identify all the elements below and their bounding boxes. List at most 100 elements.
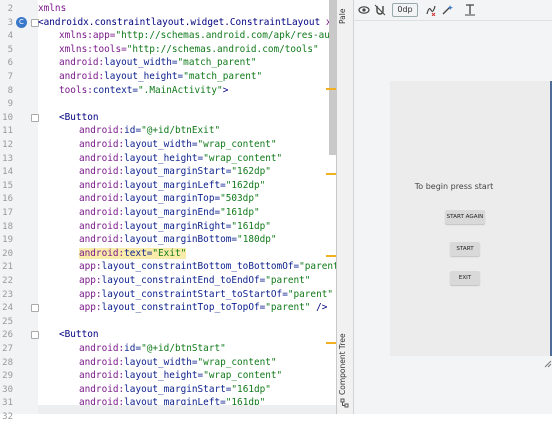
- code-line[interactable]: android:layout_width="wrap_content": [79, 138, 277, 152]
- code-token: xmlns:app=: [59, 30, 116, 42]
- line-number: 32: [2, 412, 13, 422]
- code-line[interactable]: android:layout_marginTop="503dp": [79, 192, 260, 206]
- side-tool-strip: Pale Component Tree: [337, 0, 354, 414]
- code-token: "161dp": [231, 220, 271, 232]
- code-token: context=: [92, 84, 139, 96]
- line-number: 31: [2, 398, 13, 409]
- code-token: layout_marginEnd=: [124, 207, 221, 218]
- code-line[interactable]: android:text="Exit": [79, 247, 187, 261]
- default-margin-field[interactable]: 0dp: [392, 3, 418, 17]
- line-number: 23: [2, 289, 13, 300]
- code-token: >: [222, 84, 229, 96]
- code-line[interactable]: android:layout_width="wrap_content": [79, 356, 277, 370]
- device-preview[interactable]: To begin press start START AGAIN START E…: [390, 81, 552, 356]
- code-token: "wrap_content": [197, 139, 277, 150]
- code-token: layout_marginBottom=: [124, 234, 238, 246]
- code-token: app:: [79, 261, 102, 273]
- code-token: layout_width=: [104, 57, 178, 69]
- component-tree-tab[interactable]: Component Tree: [338, 333, 347, 395]
- code-line[interactable]: android:layout_marginStart="162dp": [79, 165, 271, 179]
- code-line[interactable]: android:layout_height="match_parent": [59, 70, 262, 84]
- line-number: 5: [7, 44, 13, 55]
- code-line[interactable]: <androidx.constraintlayout.widget.Constr…: [38, 16, 336, 30]
- clear-constraints-icon[interactable]: [424, 3, 438, 17]
- code-token: />: [310, 302, 328, 314]
- code-token: "@+id/btnExit": [141, 125, 221, 137]
- line-number: 6: [7, 58, 13, 69]
- line-number: 3: [7, 17, 13, 28]
- code-token: "162dp": [231, 166, 271, 178]
- code-token: <Button: [59, 111, 99, 123]
- warning-marker[interactable]: [326, 88, 336, 90]
- code-token: android:: [79, 220, 125, 232]
- code-line[interactable]: app:layout_constraintStart_toStartOf="pa…: [79, 288, 333, 302]
- code-line[interactable]: android:layout_width="match_parent": [59, 56, 257, 70]
- code-token: android:: [79, 207, 125, 218]
- class-reference-icon[interactable]: C: [16, 16, 27, 28]
- code-line[interactable]: android:layout_marginEnd="161dp": [79, 206, 260, 220]
- code-line[interactable]: <Button: [59, 111, 99, 125]
- code-token: android:: [79, 152, 125, 164]
- code-line[interactable]: android:id="@+id/btnStart": [79, 342, 226, 356]
- start-again-button[interactable]: START AGAIN: [445, 210, 485, 224]
- code-token: layout_marginStart=: [124, 166, 232, 178]
- start-button[interactable]: START: [450, 242, 480, 256]
- line-number: 27: [2, 344, 13, 354]
- code-line[interactable]: xmlns: [38, 2, 66, 16]
- palette-tab[interactable]: Pale: [338, 9, 347, 24]
- prompt-text: To begin press start: [414, 182, 494, 191]
- code-token: <Button: [59, 329, 99, 341]
- infer-constraints-icon[interactable]: [440, 3, 454, 17]
- code-token: layout_marginStart=: [124, 383, 232, 395]
- code-line[interactable]: tools:context=".MainActivity">: [59, 84, 228, 98]
- code-token: android:: [79, 370, 125, 382]
- resize-handle-icon[interactable]: [544, 360, 552, 368]
- code-line[interactable]: android:layout_marginStart="161dp": [79, 383, 271, 397]
- code-token: android:: [79, 343, 125, 354]
- code-token: android:: [79, 247, 125, 259]
- exit-button[interactable]: EXIT: [450, 271, 480, 285]
- line-number: 2: [7, 4, 13, 14]
- code-editor[interactable]: xmlns <androidx.constraintlayout.widget.C…: [38, 0, 336, 414]
- code-token: "parent": [287, 288, 333, 300]
- eye-icon[interactable]: [357, 3, 371, 17]
- text-baseline-icon[interactable]: [463, 3, 477, 17]
- warning-marker[interactable]: [326, 342, 336, 344]
- code-line[interactable]: android:layout_marginRight="161dp": [79, 220, 271, 234]
- code-token: android:: [79, 234, 125, 246]
- code-token: ".MainActivity": [138, 84, 223, 96]
- code-line[interactable]: android:layout_marginLeft="162dp": [79, 179, 265, 193]
- code-line[interactable]: app:layout_constraintTop_toTopOf="parent…: [79, 301, 327, 315]
- code-line[interactable]: android:layout_height="wrap_content": [79, 152, 282, 166]
- code-token: "503dp": [220, 193, 260, 205]
- code-token: layout_marginLeft=: [124, 179, 226, 191]
- code-token: app:: [79, 288, 102, 300]
- design-toolbar: 0dp: [354, 0, 552, 21]
- code-token: "http://schemas.android.com/apk/res-auto…: [115, 30, 336, 42]
- code-line[interactable]: xmlns:app="http://schemas.android.com/ap…: [59, 29, 336, 43]
- line-number: 4: [7, 31, 13, 42]
- warning-marker[interactable]: [326, 173, 336, 175]
- warning-marker[interactable]: [326, 255, 336, 257]
- code-line[interactable]: <Button: [59, 328, 99, 342]
- code-line[interactable]: android:id="@+id/btnExit": [79, 124, 220, 138]
- code-line[interactable]: app:layout_constraintEnd_toEndOf="parent…: [79, 274, 310, 288]
- editor-scrollbar[interactable]: [329, 0, 336, 155]
- code-token: text=: [124, 247, 153, 259]
- line-number: 25: [2, 316, 13, 327]
- code-token: layout_marginRight=: [124, 220, 232, 232]
- magnet-icon[interactable]: [373, 3, 387, 17]
- line-number: 18: [2, 221, 13, 232]
- code-line[interactable]: android:layout_marginBottom="180dp": [79, 233, 277, 247]
- code-line[interactable]: xmlns:tools="http://schemas.android.com/…: [59, 43, 319, 57]
- component-tree-icon[interactable]: [340, 398, 350, 408]
- code-token: "match_parent": [183, 71, 263, 82]
- line-number: 16: [2, 194, 13, 205]
- line-number: 29: [2, 371, 13, 382]
- code-token: layout_constraintStart_toStartOf=: [101, 288, 288, 300]
- code-token: "wrap_content": [197, 356, 277, 368]
- code-line[interactable]: app:layout_constraintBottom_toBottomOf="…: [79, 260, 336, 274]
- design-panel: 0dp To begin press start START AGAIN STA…: [354, 0, 552, 414]
- code-token: "wrap_content": [203, 152, 283, 164]
- code-line[interactable]: android:layout_height="wrap_content": [79, 369, 282, 383]
